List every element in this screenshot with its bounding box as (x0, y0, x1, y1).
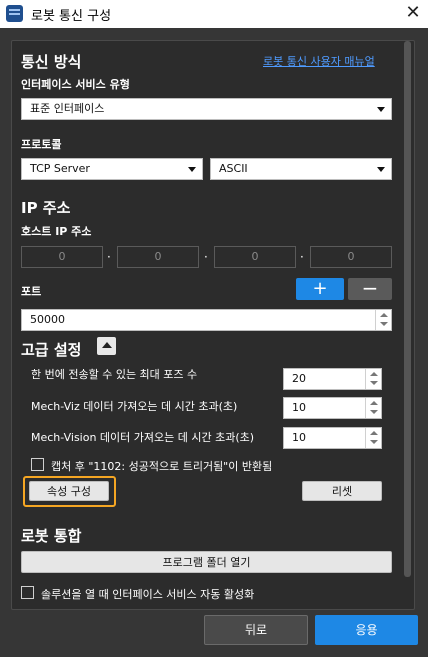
spin-arrows[interactable] (365, 369, 381, 389)
vision-timeout-value: 10 (292, 431, 306, 444)
arrow-down-icon (370, 381, 378, 385)
capture-return-label: 캡처 후 "1102: 성공적으로 트리거됨"이 반환됨 (51, 460, 273, 473)
auto-enable-label: 솔루션을 열 때 인터페이스 서비스 자동 활성화 (41, 588, 255, 601)
max-poses-value: 20 (292, 372, 306, 385)
protocol-transport-value: TCP Server (30, 162, 90, 175)
arrow-up-icon (380, 313, 388, 317)
apply-button[interactable]: 응용 (315, 615, 418, 645)
configure-properties-button[interactable]: 속성 구성 (29, 481, 109, 501)
interface-type-value: 표준 인터페이스 (30, 102, 105, 115)
collapse-advanced-button[interactable] (97, 337, 116, 355)
arrow-up-icon (370, 372, 378, 376)
port-value: 50000 (30, 313, 65, 326)
protocol-label: 프로토콜 (21, 138, 62, 151)
interface-type-label: 인터페이스 서비스 유형 (21, 78, 130, 91)
arrow-up-icon (370, 401, 378, 405)
reset-button[interactable]: 리셋 (302, 481, 382, 501)
window-title: 로봇 통신 구성 (31, 9, 112, 24)
arrow-up-icon (370, 431, 378, 435)
close-icon[interactable]: ✕ (400, 1, 426, 25)
remove-port-button[interactable]: − (348, 278, 392, 300)
title-bar: 로봇 통신 구성 ✕ (0, 0, 428, 28)
vision-timeout-spinbox[interactable]: 10 (283, 427, 382, 449)
app-logo-icon (6, 5, 23, 22)
robot-integration-heading: 로봇 통합 (21, 527, 82, 545)
back-button[interactable]: 뒤로 (204, 615, 308, 645)
ip-separator: · (107, 250, 111, 264)
protocol-format-select[interactable]: ASCII (210, 158, 392, 180)
port-spinbox[interactable]: 50000 (21, 309, 392, 331)
open-program-folder-button[interactable]: 프로그램 폴더 열기 (21, 551, 392, 573)
interface-type-select[interactable]: 표준 인터페이스 (21, 98, 392, 120)
auto-enable-checkbox[interactable] (21, 586, 34, 599)
viz-timeout-spinbox[interactable]: 10 (283, 397, 382, 419)
protocol-format-value: ASCII (219, 162, 248, 175)
host-ip-label: 호스트 IP 주소 (21, 225, 92, 238)
max-poses-label: 한 번에 전송할 수 있는 최대 포즈 수 (31, 368, 198, 381)
ip-separator: · (300, 250, 304, 264)
ip-octet-3[interactable]: 0 (214, 246, 296, 268)
port-label: 포트 (21, 285, 42, 298)
chevron-down-icon (188, 167, 196, 172)
arrow-down-icon (370, 440, 378, 444)
ip-octet-4[interactable]: 0 (310, 246, 392, 268)
viz-timeout-value: 10 (292, 401, 306, 414)
vision-timeout-label: Mech-Vision 데이터 가져오는 데 시간 초과(초) (31, 431, 255, 444)
communication-heading: 통신 방식 (21, 53, 82, 71)
manual-link[interactable]: 로봇 통신 사용자 매뉴얼 (263, 53, 375, 69)
advanced-heading: 고급 설정 (21, 341, 82, 359)
panel-scrollbar[interactable] (404, 41, 411, 577)
spin-arrows[interactable] (365, 428, 381, 448)
chevron-down-icon (377, 107, 385, 112)
chevron-up-icon (102, 342, 112, 348)
spin-arrows[interactable] (375, 310, 391, 330)
arrow-down-icon (370, 410, 378, 414)
chevron-down-icon (377, 167, 385, 172)
ip-octet-2[interactable]: 0 (117, 246, 199, 268)
add-port-button[interactable]: + (296, 278, 344, 300)
protocol-transport-select[interactable]: TCP Server (21, 158, 203, 180)
ip-separator: · (204, 250, 208, 264)
ip-octet-1[interactable]: 0 (21, 246, 103, 268)
capture-return-checkbox[interactable] (31, 458, 44, 471)
arrow-down-icon (380, 322, 388, 326)
ip-heading: IP 주소 (21, 199, 71, 217)
viz-timeout-label: Mech-Viz 데이터 가져오는 데 시간 초과(초) (31, 400, 238, 413)
max-poses-spinbox[interactable]: 20 (283, 368, 382, 390)
spin-arrows[interactable] (365, 398, 381, 418)
